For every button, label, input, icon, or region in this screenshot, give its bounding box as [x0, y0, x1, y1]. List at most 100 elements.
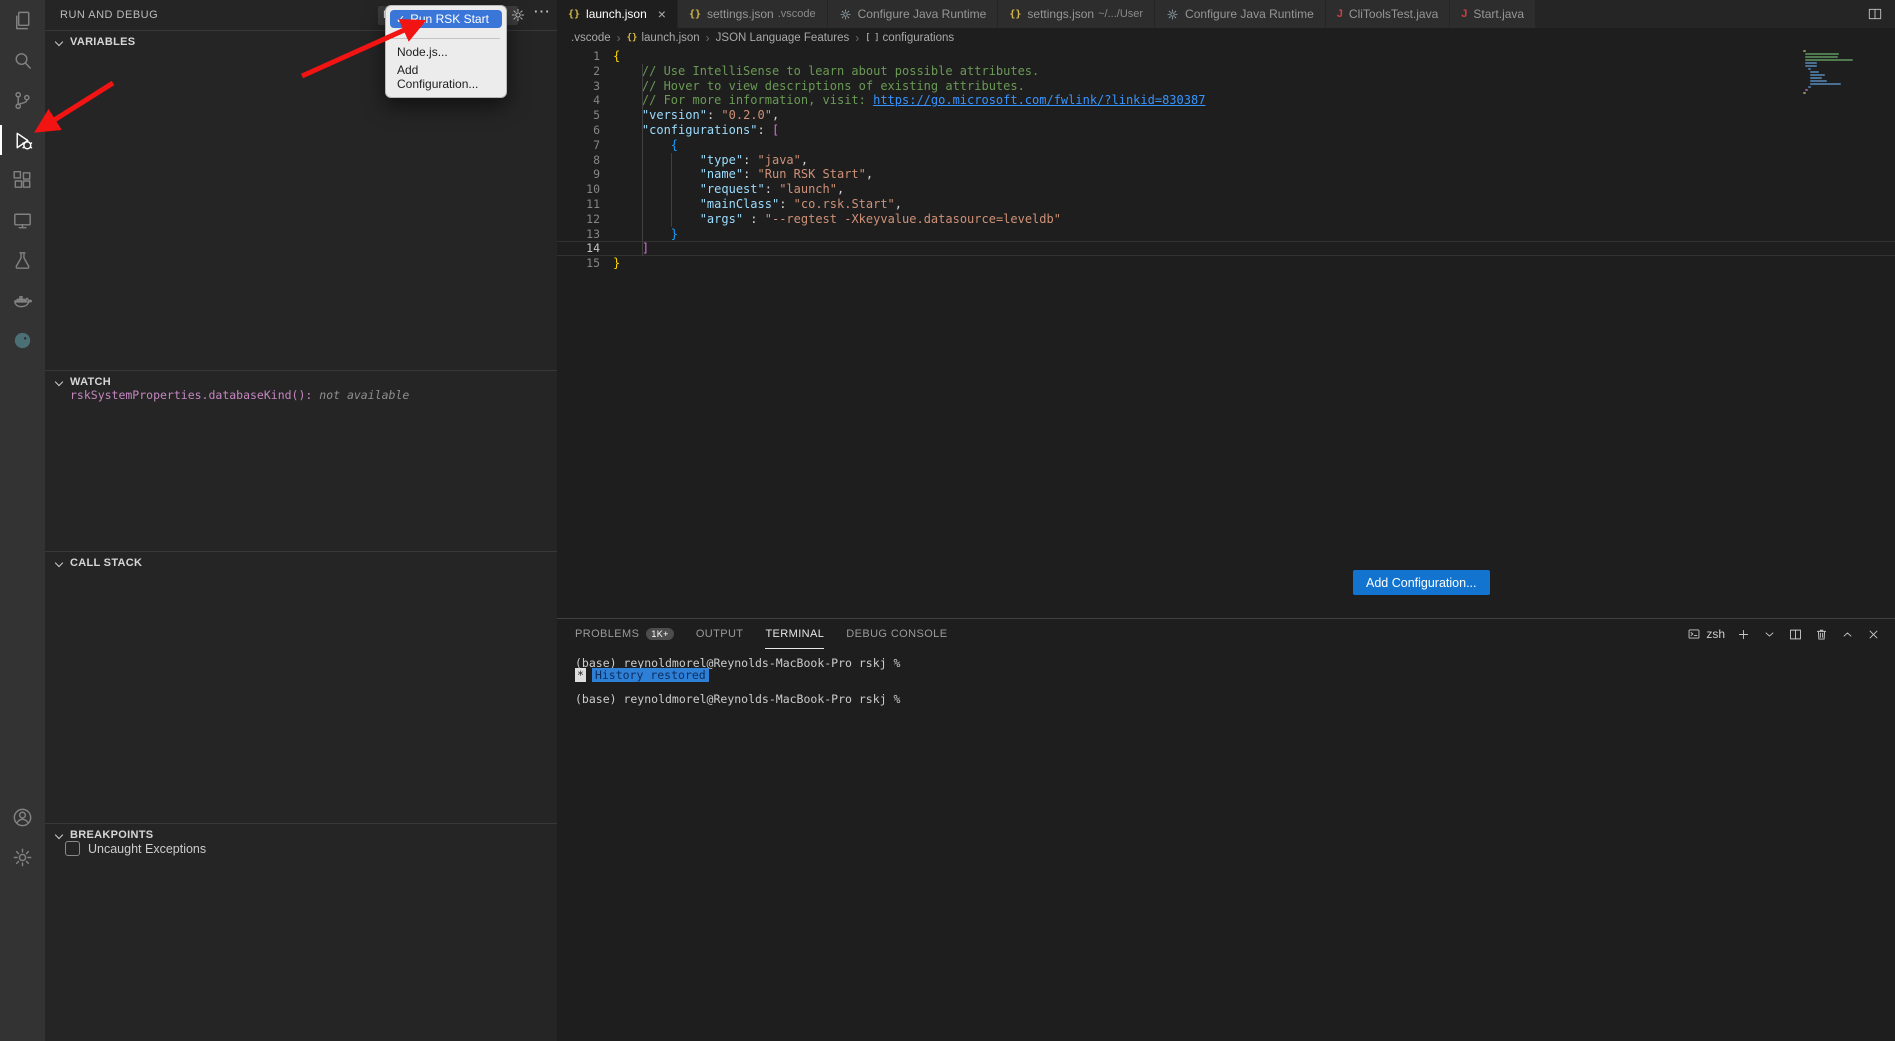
activity-item-docker[interactable]	[0, 280, 45, 320]
watch-value: not available	[312, 388, 409, 402]
panel-tab-problems[interactable]: PROBLEMS1K+	[575, 619, 674, 649]
breadcrumb-separator: ›	[617, 31, 621, 45]
run-and-debug-icon	[11, 129, 34, 152]
breadcrumb: .vscode › {}launch.json › JSON Language Feat…	[557, 28, 1895, 47]
activity-item-run-and-debug[interactable]	[0, 120, 45, 160]
code-line-8[interactable]: 8 "type": "java",	[557, 153, 1895, 168]
tab-clitoolstest-java[interactable]: JCliToolsTest.java	[1326, 0, 1451, 28]
tab-configure-java-runtime[interactable]: Configure Java Runtime	[828, 0, 999, 28]
activity-item-explorer[interactable]	[0, 0, 45, 40]
line-number: 6	[557, 123, 600, 138]
panel-tab-output[interactable]: OUTPUT	[696, 619, 744, 649]
remote-explorer-icon	[11, 209, 34, 232]
activity-bar-bottom	[0, 797, 45, 877]
tab-launch-json[interactable]: {}launch.json×	[557, 0, 678, 28]
code-line-12[interactable]: 12 "args" : "--regtest -Xkeyvalue.dataso…	[557, 212, 1895, 227]
more-actions-icon[interactable]: ⋯	[533, 2, 550, 22]
code-line-7[interactable]: 7 {	[557, 138, 1895, 153]
source-control-icon	[11, 89, 34, 112]
code-line-14[interactable]: 14 ]	[557, 241, 1895, 256]
chevron-up-icon[interactable]	[1840, 627, 1855, 642]
close-icon[interactable]	[1866, 627, 1881, 642]
code-line-3[interactable]: 3 // Hover to view descriptions of exist…	[557, 79, 1895, 94]
launch-settings-gear-icon[interactable]	[510, 7, 526, 28]
activity-bar-top	[0, 0, 45, 360]
line-number: 14	[557, 241, 600, 256]
minimap[interactable]	[1803, 50, 1865, 95]
menu-item-node-js[interactable]: Node.js...	[390, 43, 502, 61]
settings-icon	[839, 8, 852, 21]
activity-item-gradle[interactable]	[0, 320, 45, 360]
tab-start-java[interactable]: JStart.java	[1450, 0, 1536, 28]
terminal-line: *History restored	[575, 669, 1895, 681]
json-icon: {}	[627, 33, 638, 43]
chevron-down-icon[interactable]	[1762, 627, 1777, 642]
tab-configure-java-runtime[interactable]: Configure Java Runtime	[1155, 0, 1326, 28]
breakpoint-label: Uncaught Exceptions	[88, 842, 206, 856]
shell-label: zsh	[1706, 627, 1725, 641]
code-line-6[interactable]: 6 "configurations": [	[557, 123, 1895, 138]
docker-icon	[11, 289, 34, 312]
panel-tab-debug-console[interactable]: DEBUG CONSOLE	[846, 619, 947, 649]
activity-item-settings-gear[interactable]	[0, 837, 45, 877]
terminal-shell-selector[interactable]: zsh	[1687, 627, 1725, 641]
json-icon: {}	[1009, 9, 1021, 20]
code-line-5[interactable]: 5 "version": "0.2.0",	[557, 108, 1895, 123]
breadcrumb-item-json-language-features[interactable]: JSON Language Features	[716, 32, 850, 44]
code-line-2[interactable]: 2 // Use IntelliSense to learn about pos…	[557, 64, 1895, 79]
tab-settings-json[interactable]: {}settings.json.vscode	[678, 0, 828, 28]
breadcrumb-item-launch-json[interactable]: {}launch.json	[627, 32, 700, 44]
explorer-icon	[11, 9, 34, 32]
breadcrumb-separator: ›	[855, 31, 859, 45]
terminal-output[interactable]: (base) reynoldmorel@Reynolds-MacBook-Pro…	[557, 649, 1895, 705]
close-tab-icon[interactable]: ×	[658, 6, 666, 22]
json-icon: {}	[689, 9, 701, 20]
code-editor[interactable]: 1{2 // Use IntelliSense to learn about p…	[557, 47, 1895, 618]
uncaught-exceptions-checkbox[interactable]	[65, 841, 80, 856]
split-terminal-icon[interactable]	[1788, 627, 1803, 642]
menu-item-add-configuration[interactable]: Add Configuration...	[390, 61, 502, 93]
code-line-11[interactable]: 11 "mainClass": "co.rsk.Start",	[557, 197, 1895, 212]
terminal-action-icons	[1736, 627, 1881, 642]
activity-item-source-control[interactable]	[0, 80, 45, 120]
code-line-15[interactable]: 15}	[557, 256, 1895, 271]
chevron-down-icon	[55, 37, 63, 45]
code-line-4[interactable]: 4 // For more information, visit: https:…	[557, 93, 1895, 108]
code-line-10[interactable]: 10 "request": "launch",	[557, 182, 1895, 197]
tab-label: Configure Java Runtime	[858, 7, 987, 21]
settings-gear-icon	[11, 846, 34, 869]
breadcrumb-item-configurations[interactable]: [ ]configurations	[865, 32, 954, 44]
breadcrumb-item--vscode[interactable]: .vscode	[571, 32, 611, 44]
line-number: 15	[557, 256, 600, 271]
activity-item-account[interactable]	[0, 797, 45, 837]
code-line-9[interactable]: 9 "name": "Run RSK Start",	[557, 167, 1895, 182]
indent-guide	[642, 64, 643, 256]
watch-expression-row[interactable]: rskSystemProperties.databaseKind(): not …	[70, 388, 409, 402]
code-line-13[interactable]: 13 }	[557, 227, 1895, 242]
activity-item-remote-explorer[interactable]	[0, 200, 45, 240]
chevron-down-icon	[55, 558, 63, 566]
plus-icon[interactable]	[1736, 627, 1751, 642]
tab-settings-json[interactable]: {}settings.json~/.../User	[998, 0, 1155, 28]
line-number: 13	[557, 227, 600, 242]
line-number: 3	[557, 79, 600, 94]
line-number: 8	[557, 153, 600, 168]
activity-item-extensions[interactable]	[0, 160, 45, 200]
split-editor-icon[interactable]	[1867, 6, 1883, 22]
call-stack-section-header[interactable]: CALL STACK	[45, 551, 557, 573]
editor-region: {}launch.json×{}settings.json.vscodeConf…	[557, 0, 1895, 1041]
editor-tab-bar: {}launch.json×{}settings.json.vscodeConf…	[557, 0, 1895, 28]
line-number: 4	[557, 93, 600, 108]
tab-label: settings.json	[707, 7, 774, 21]
sidebar-title: RUN AND DEBUG	[60, 9, 158, 21]
add-configuration-button[interactable]: Add Configuration...	[1353, 570, 1490, 595]
menu-item-run-rsk-start[interactable]: ✓ Run RSK Start	[390, 10, 502, 28]
code-line-1[interactable]: 1{	[557, 49, 1895, 64]
activity-item-testing[interactable]	[0, 240, 45, 280]
gradle-icon	[11, 329, 34, 352]
panel-tab-terminal[interactable]: TERMINAL	[765, 619, 824, 649]
trash-icon[interactable]	[1814, 627, 1829, 642]
activity-item-search[interactable]	[0, 40, 45, 80]
line-number: 1	[557, 49, 600, 64]
line-number: 12	[557, 212, 600, 227]
